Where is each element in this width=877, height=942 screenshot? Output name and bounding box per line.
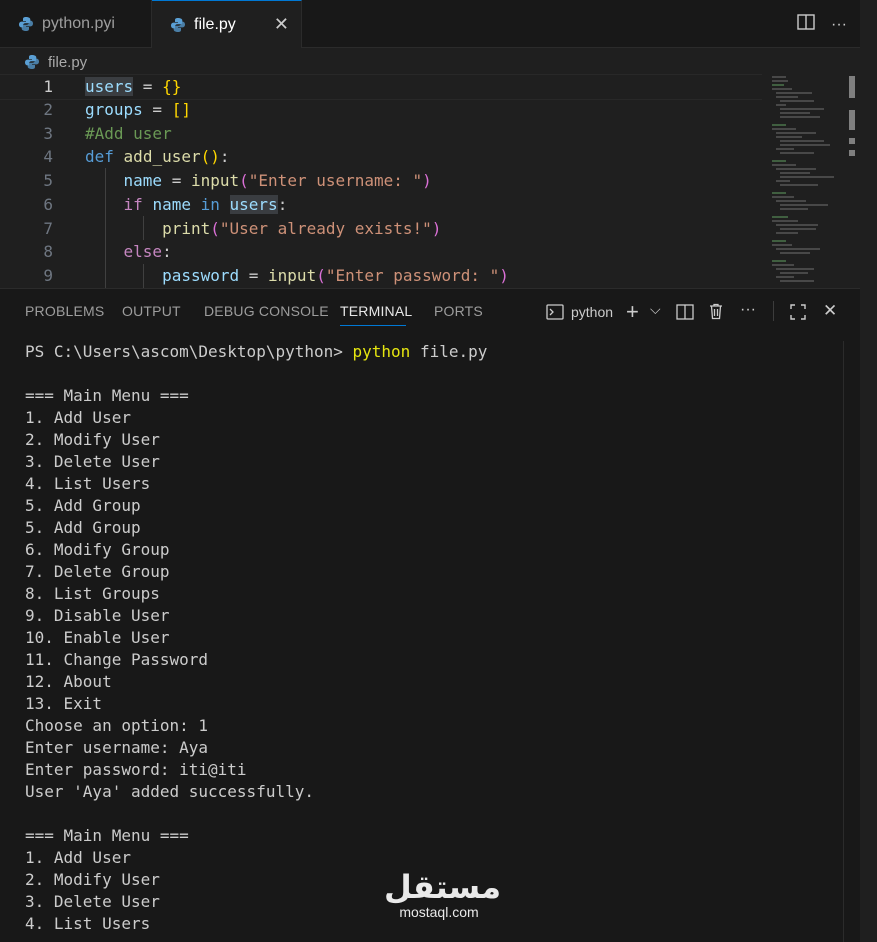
panel-tab-bar: PROBLEMS OUTPUT DEBUG CONSOLE TERMINAL P… [0, 289, 860, 335]
line-number: 6 [43, 195, 53, 215]
terminal-line: 5. Add Group [25, 496, 141, 515]
code-text: else: [123, 242, 172, 262]
code-line[interactable]: 2 groups = [] [0, 98, 762, 122]
terminal-line: 4. List Users [25, 474, 151, 493]
command-executable: python [352, 342, 411, 361]
terminal-line: Choose an option: 1 [25, 716, 209, 735]
code-text: print("User already exists!") [162, 219, 442, 239]
code-text: groups = [] [85, 100, 191, 120]
terminal-line: 11. Change Password [25, 650, 209, 669]
terminal-line: 5. Add Group [25, 518, 141, 537]
code-editor[interactable]: 1 users = {} 2 groups = [] 3 #Add user 4… [0, 74, 770, 288]
terminal-line: User 'Aya' added successfully. [25, 782, 314, 801]
breadcrumb: file.py [24, 50, 87, 74]
terminal-line: === Main Menu === [25, 386, 189, 405]
terminal-line: 2. Modify User [25, 430, 160, 449]
tab-output[interactable]: OUTPUT [122, 303, 181, 319]
code-text: if name in users: [123, 195, 288, 215]
window-edge [860, 0, 877, 941]
code-line[interactable]: 4 def add_user(): [0, 145, 762, 169]
python-file-icon [25, 55, 39, 69]
terminal-output[interactable]: PS C:\Users\ascom\Desktop\python> python… [25, 341, 487, 935]
active-tab-indicator [340, 325, 406, 326]
split-editor-icon[interactable] [797, 14, 815, 35]
tab-python-pyi[interactable]: python.pyi [0, 0, 152, 47]
tab-label: file.py [194, 15, 236, 33]
editor-scrollbar[interactable] [846, 74, 860, 288]
line-number: 1 [43, 77, 53, 97]
prompt-path: PS C:\Users\ascom\Desktop\python> [25, 342, 353, 361]
maximize-panel-icon[interactable] [790, 304, 806, 325]
bottom-panel: PROBLEMS OUTPUT DEBUG CONSOLE TERMINAL P… [0, 288, 860, 942]
watermark-latin: mostaql.com [399, 904, 479, 920]
code-line[interactable]: 9 password = input("Enter password: ") [0, 264, 762, 288]
terminal-line: 1. Add User [25, 408, 131, 427]
line-number: 3 [43, 124, 53, 144]
line-number: 7 [43, 219, 53, 239]
close-icon[interactable]: ✕ [274, 14, 289, 35]
breadcrumb-file[interactable]: file.py [48, 54, 87, 71]
code-comment: #Add user [85, 124, 172, 144]
tab-problems[interactable]: PROBLEMS [25, 303, 104, 319]
terminal-line: 3. Delete User [25, 452, 160, 471]
terminal-prompt-line: PS C:\Users\ascom\Desktop\python> python… [25, 341, 487, 363]
terminal-line: 10. Enable User [25, 628, 170, 647]
chevron-down-icon[interactable]: ⌵ [650, 301, 661, 318]
line-number: 5 [43, 171, 53, 191]
tab-file-py[interactable]: file.py ✕ [152, 0, 302, 48]
terminal-name[interactable]: python [571, 304, 613, 320]
tab-terminal[interactable]: TERMINAL [340, 303, 412, 319]
command-args: file.py [410, 342, 488, 361]
close-panel-icon[interactable]: ✕ [823, 301, 837, 321]
tab-ports[interactable]: PORTS [434, 303, 483, 319]
terminal-scrollbar[interactable] [843, 341, 860, 942]
terminal-line: 8. List Groups [25, 584, 160, 603]
line-number: 9 [43, 266, 53, 286]
code-text: users = {} [85, 77, 182, 97]
code-text: def add_user(): [85, 147, 230, 167]
watermark-arabic: مستقل [384, 868, 502, 906]
minimap[interactable] [770, 74, 846, 288]
terminal-line: 9. Disable User [25, 606, 170, 625]
terminal-line: 12. About [25, 672, 112, 691]
terminal-line: Enter password: iti@iti [25, 760, 247, 779]
editor-tab-bar: python.pyi file.py ✕ ··· [0, 0, 877, 48]
line-number: 8 [43, 242, 53, 262]
more-actions-icon[interactable]: ··· [831, 16, 847, 34]
divider [773, 301, 774, 321]
python-file-icon [19, 16, 33, 31]
python-file-icon [171, 17, 185, 32]
line-number: 4 [43, 147, 53, 167]
tab-label: python.pyi [42, 14, 115, 32]
more-actions-icon[interactable]: ··· [740, 301, 756, 319]
code-line[interactable]: 6 if name in users: [0, 193, 762, 217]
terminal-line: 1. Add User [25, 848, 131, 867]
add-terminal-icon[interactable]: + [626, 299, 639, 325]
terminal-line: 7. Delete Group [25, 562, 170, 581]
terminal-line: 6. Modify Group [25, 540, 170, 559]
trash-icon[interactable] [708, 303, 724, 325]
terminal-icon [546, 304, 564, 325]
terminal-line: === Main Menu === [25, 826, 189, 845]
code-line[interactable]: 5 name = input("Enter username: ") [0, 169, 762, 193]
mostaql-watermark: مستقل mostaql.com [384, 868, 502, 920]
code-line[interactable]: 3 #Add user [0, 122, 762, 146]
terminal-line: 13. Exit [25, 694, 103, 713]
code-line[interactable]: 7 print("User already exists!") [0, 217, 762, 241]
code-line[interactable]: 8 else: [0, 240, 762, 264]
tab-debug-console[interactable]: DEBUG CONSOLE [204, 303, 329, 319]
terminal-line: Enter username: Aya [25, 738, 209, 757]
split-terminal-icon[interactable] [676, 304, 694, 325]
code-line[interactable]: 1 users = {} [0, 74, 762, 100]
code-text: password = input("Enter password: ") [162, 266, 509, 286]
line-number: 2 [43, 100, 53, 120]
code-text: name = input("Enter username: ") [123, 171, 432, 191]
